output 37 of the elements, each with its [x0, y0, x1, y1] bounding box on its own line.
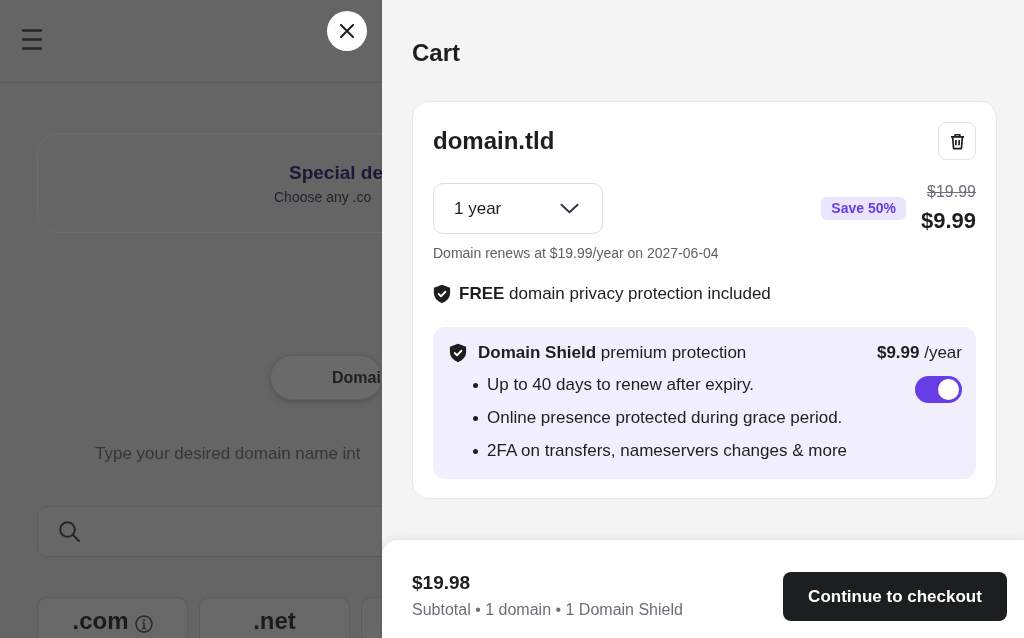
price: $9.99 [920, 208, 976, 234]
bullet-icon [473, 448, 478, 454]
addon-price: $9.99 /year [876, 342, 962, 364]
trash-icon [949, 132, 965, 150]
bullet-icon [473, 382, 478, 388]
tab[interactable]: Domai [270, 355, 382, 400]
delete-button[interactable] [938, 122, 976, 160]
discount-badge: Save 50% [821, 196, 906, 220]
privacy-note: FREE domain privacy protection included [459, 283, 771, 305]
menu-icon[interactable] [22, 29, 42, 50]
feature-text: 2FA on transfers, nameservers changes & more [487, 440, 847, 462]
tld-name: .net [253, 607, 296, 635]
search-icon [59, 521, 80, 542]
tld-card[interactable]: .com [37, 597, 188, 638]
bullet-icon [473, 415, 478, 421]
domain-name: domain.tld [433, 126, 555, 156]
tld-card[interactable]: .net [199, 597, 350, 638]
old-price: $19.99 [927, 182, 976, 202]
chevron-down-icon [560, 203, 579, 214]
close-icon [340, 24, 354, 38]
promo-title: Special de [289, 161, 382, 185]
addon-title: Domain Shield premium protection [478, 342, 747, 364]
subtotal-amount: $19.98 [412, 571, 472, 595]
cart-title: Cart [412, 38, 460, 68]
subtotal-details: Subtotal • 1 domain • 1 Domain Shield [412, 600, 683, 620]
feature-text: Up to 40 days to renew after expiry. [487, 374, 755, 396]
shield-check-icon [433, 284, 451, 304]
promo-subtitle: Choose any .co [274, 188, 372, 206]
shield-check-icon [449, 343, 467, 363]
info-icon[interactable] [134, 615, 153, 633]
feature-text: Online presence protected during grace period. [487, 407, 843, 429]
search-field[interactable] [37, 506, 382, 557]
renewal-note: Domain renews at $19.99/year on 2027-06-04 [433, 244, 719, 262]
toggle-switch[interactable] [915, 376, 962, 403]
tld-name: .com [72, 607, 129, 635]
checkout-button[interactable]: Continue to checkout [783, 572, 1007, 621]
period-select[interactable]: 1 year [433, 183, 603, 234]
